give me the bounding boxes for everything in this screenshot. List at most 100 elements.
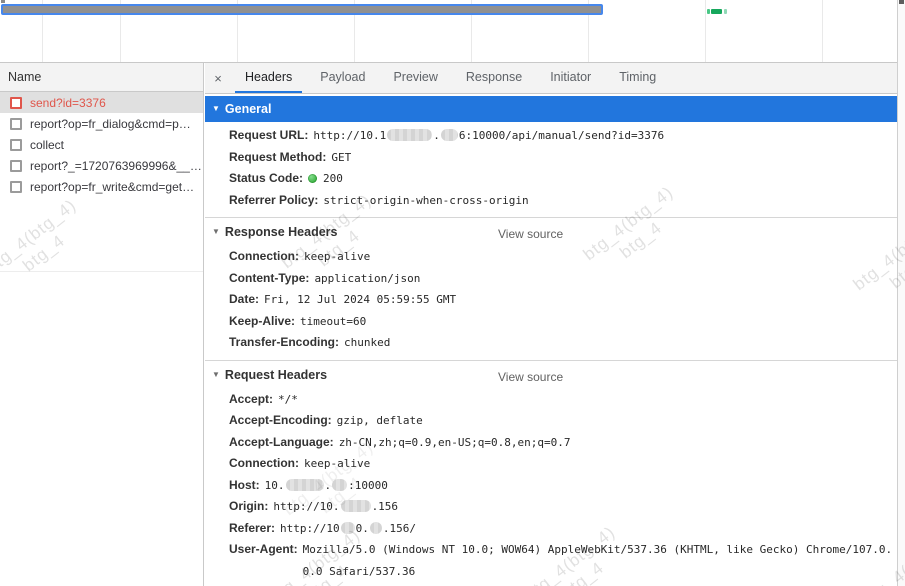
header-row: Connection: keep-alive (229, 453, 897, 475)
header-row: Host: 10..:10000 (229, 475, 897, 497)
header-row: Accept-Encoding: gzip, deflate (229, 410, 897, 432)
request-name-label: report?_=1720763969996&__… (30, 158, 202, 173)
section-rows: Connection: keep-alive Content-Type: applic… (205, 244, 897, 360)
header-name: Request Method: (229, 149, 327, 164)
header-value: keep-alive (304, 250, 371, 263)
close-icon[interactable]: × (205, 63, 231, 93)
section-request-headers: ▼ Request Headers View source Accept: */* Acc… (205, 359, 897, 586)
header-value: Mozilla/5.0 (Windows NT 10.0; WOW64) App… (302, 543, 893, 578)
overview-green-marker-icon (707, 9, 710, 14)
section-header-general[interactable]: ▼ General (205, 96, 897, 122)
header-name: Transfer-Encoding: (229, 335, 340, 349)
redacted-blur (285, 478, 324, 491)
header-name: Connection: (229, 249, 299, 263)
header-row: Content-Type: application/json (229, 268, 897, 290)
tab-initiator[interactable]: Initiator (540, 63, 601, 93)
header-value: */* (278, 392, 298, 406)
vertical-scrollbar[interactable] (897, 0, 905, 586)
section-general: ▼ General Request URL: http://10.1. 6:10000/… (205, 96, 897, 217)
request-row[interactable]: send?id=3376 (0, 92, 203, 113)
header-value: http://10 0. .156/ (280, 521, 417, 535)
section-rows: Accept: */* Accept-Encoding: gzip, deflate A… (205, 387, 897, 586)
header-value: 10..:10000 (264, 478, 388, 492)
name-column-label: Name (8, 70, 42, 84)
header-value: chunked (344, 336, 391, 349)
request-doc-icon (10, 159, 22, 172)
header-name: Referer: (229, 520, 276, 535)
request-doc-icon (10, 117, 22, 130)
overview-corner-mark (1, 0, 5, 3)
disclosure-triangle-icon: ▼ (212, 369, 220, 379)
tab-preview[interactable]: Preview (383, 63, 447, 93)
header-value: Fri, 12 Jul 2024 05:59:55 GMT (264, 293, 457, 306)
network-overview-strip[interactable] (0, 0, 897, 63)
request-name-label: collect (30, 137, 65, 152)
header-value: zh-CN,zh;q=0.9,en-US;q=0.8,en;q=0.7 (338, 435, 571, 449)
view-source-link[interactable]: View source (498, 224, 563, 244)
redacted-blur (340, 521, 355, 534)
redacted-blur (440, 129, 458, 141)
name-column-header[interactable]: Name (0, 63, 203, 92)
header-name: Request URL: (229, 128, 309, 142)
request-row[interactable]: report?_=1720763969996&__… (0, 155, 203, 176)
overview-selected-request-bar[interactable] (1, 4, 603, 15)
header-value: 200 (308, 168, 897, 190)
tab-response[interactable]: Response (456, 63, 532, 93)
request-list: send?id=3376 report?op=fr_dialog&cmd=p…co… (0, 92, 203, 197)
header-row: Keep-Alive: timeout=60 (229, 311, 897, 333)
request-row[interactable]: collect (0, 134, 203, 155)
request-doc-icon (10, 96, 22, 109)
header-name: User-Agent: (229, 542, 298, 556)
status-dot-icon (308, 174, 318, 183)
section-header-response-headers[interactable]: ▼ Response Headers View source (205, 218, 897, 244)
redacted-blur (332, 478, 348, 491)
section-response-headers: ▼ Response Headers View source Connection: k… (205, 217, 897, 360)
request-row[interactable]: report?op=fr_write&cmd=get… (0, 176, 203, 197)
header-value: keep-alive (304, 457, 371, 470)
header-row: Accept-Language: zh-CN,zh;q=0.9,en-US;q=0… (229, 432, 897, 454)
request-doc-icon (10, 180, 22, 193)
header-name: Origin: (229, 499, 269, 513)
devtools-network-panel: Name send?id=3376 report?op=fr_dialog&cmd… (0, 0, 905, 586)
header-value: http://10. .156 (273, 500, 399, 513)
disclosure-triangle-icon: ▼ (212, 104, 220, 113)
overview-green-marker-icon (711, 9, 722, 14)
header-value: application/json (314, 271, 421, 285)
request-row[interactable]: report?op=fr_dialog&cmd=p… (0, 113, 203, 134)
request-name-label: report?op=fr_write&cmd=get… (30, 179, 195, 194)
request-list-panel: Name send?id=3376 report?op=fr_dialog&cmd… (0, 63, 204, 586)
request-name-label: report?op=fr_dialog&cmd=p… (30, 116, 191, 131)
header-name: Status Code: (229, 171, 304, 185)
section-title: Request Headers (224, 367, 328, 382)
section-title: General (224, 102, 272, 116)
tab-headers[interactable]: Headers (235, 63, 303, 93)
header-value: strict-origin-when-cross-origin (323, 193, 529, 207)
redacted-blur (369, 521, 382, 534)
header-row: Transfer-Encoding: chunked (229, 332, 897, 354)
tab-timing[interactable]: Timing (609, 63, 666, 93)
request-doc-icon (10, 138, 22, 151)
header-row: Origin: http://10. .156 (229, 496, 897, 518)
scrollbar-thumb[interactable] (899, 0, 904, 4)
header-name: Accept-Encoding: (229, 413, 332, 427)
header-row: Status Code: 200 (229, 168, 897, 190)
section-header-request-headers[interactable]: ▼ Request Headers View source (205, 361, 897, 387)
header-row: User-Agent: Mozilla/5.0 (Windows NT 10.0;… (229, 539, 897, 582)
headers-content: ▼ General Request URL: http://10.1. 6:10000/… (205, 96, 897, 586)
section-rows: Request URL: http://10.1. 6:10000/api/manu… (205, 122, 897, 217)
header-name: Keep-Alive: (229, 313, 296, 328)
redacted-blur (387, 129, 433, 141)
header-name: Referrer Policy: (229, 192, 319, 207)
section-title: Response Headers (224, 225, 338, 239)
header-value: http://10.1. 6:10000/api/manual/send?id=3… (313, 129, 665, 142)
tab-list: Headers Payload Preview Response Initiator Ti… (231, 63, 670, 93)
view-source-link[interactable]: View source (498, 367, 563, 387)
header-row: Accept: */* (229, 389, 897, 411)
header-name: Connection: (229, 456, 299, 470)
header-row: Connection: keep-alive (229, 246, 897, 268)
request-name-label: send?id=3376 (30, 95, 106, 110)
header-row: Referer: http://10 0. .156/ (229, 518, 897, 540)
tab-payload[interactable]: Payload (310, 63, 375, 93)
overview-green-marker-icon (724, 9, 727, 14)
header-value: GET (331, 150, 352, 164)
